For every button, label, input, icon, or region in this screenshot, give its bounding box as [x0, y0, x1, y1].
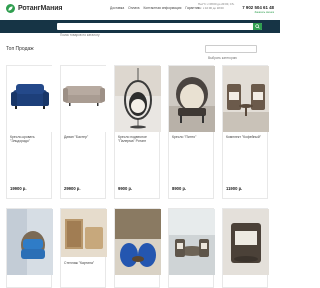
- product-price: 11900 р.: [226, 186, 243, 191]
- search-button[interactable]: [253, 23, 262, 30]
- product-card[interactable]: [6, 208, 53, 288]
- product-card[interactable]: Диван "Бастер" 29900 р.: [60, 65, 107, 199]
- product-image[interactable]: [115, 209, 161, 275]
- product-name[interactable]: Кресло "Пинто": [172, 135, 214, 139]
- product-image[interactable]: [223, 66, 269, 132]
- nav-item-contacts[interactable]: Контактная информация: [144, 6, 182, 10]
- search-icon: [255, 24, 260, 29]
- product-image[interactable]: [223, 209, 269, 275]
- product-price: 9900 р.: [118, 186, 133, 191]
- main-nav: Доставка Оплата Контактная информация Га…: [110, 6, 199, 10]
- product-price: 8900 р.: [172, 186, 187, 191]
- product-image[interactable]: [115, 66, 161, 132]
- product-card[interactable]: [114, 208, 161, 288]
- site-logo[interactable]: РотангМания: [6, 4, 62, 13]
- product-image[interactable]: [169, 209, 215, 275]
- product-name[interactable]: Комплект "Кофейный": [226, 135, 268, 139]
- top-header: РотангМания Доставка Оплата Контактная и…: [0, 0, 280, 20]
- section-title: Топ Продаж: [6, 46, 34, 52]
- product-price: 29900 р.: [64, 186, 81, 191]
- product-image[interactable]: [61, 209, 107, 275]
- product-image[interactable]: [169, 66, 215, 132]
- product-image[interactable]: [7, 66, 53, 132]
- product-card[interactable]: [168, 208, 215, 288]
- nav-item-delivery[interactable]: Доставка: [110, 6, 124, 10]
- nav-item-payment[interactable]: Оплата: [128, 6, 139, 10]
- product-card[interactable]: Стеллаж "Картина": [60, 208, 107, 288]
- product-card[interactable]: Кресло "Пинто" 8900 р.: [168, 65, 215, 199]
- search-box: [57, 23, 262, 39]
- product-card[interactable]: [222, 208, 269, 288]
- product-name[interactable]: Стеллаж "Картина": [64, 261, 94, 265]
- category-filter: [205, 45, 257, 62]
- logo-text: РотангМания: [18, 5, 63, 12]
- leaf-logo-icon: [6, 4, 15, 13]
- product-card[interactable]: Комплект "Кофейный" 11900 р.: [222, 65, 269, 199]
- product-image[interactable]: [61, 66, 107, 132]
- working-hours: Пн-Пт: с 08:00 до 20:00, Сб-Вс: с 10:00 …: [198, 2, 235, 10]
- product-name[interactable]: Кресло подвесное "Палерма" Ротанг: [118, 135, 160, 143]
- callback-link[interactable]: Заказать звонок: [255, 11, 274, 14]
- product-name[interactable]: Диван "Бастер": [64, 135, 106, 139]
- product-card[interactable]: Кресло подвесное "Палерма" Ротанг 9900 р…: [114, 65, 161, 199]
- phone-number[interactable]: 7 902 504 61 48: [242, 5, 274, 10]
- category-filter-input[interactable]: [206, 54, 256, 62]
- product-card[interactable]: Кресло-кровать "Эльдорадо" 19900 р.: [6, 65, 53, 199]
- product-image[interactable]: [7, 209, 53, 275]
- product-name[interactable]: Кресло-кровать "Эльдорадо": [10, 135, 52, 143]
- product-price: 19900 р.: [10, 186, 27, 191]
- search-input[interactable]: [57, 31, 247, 39]
